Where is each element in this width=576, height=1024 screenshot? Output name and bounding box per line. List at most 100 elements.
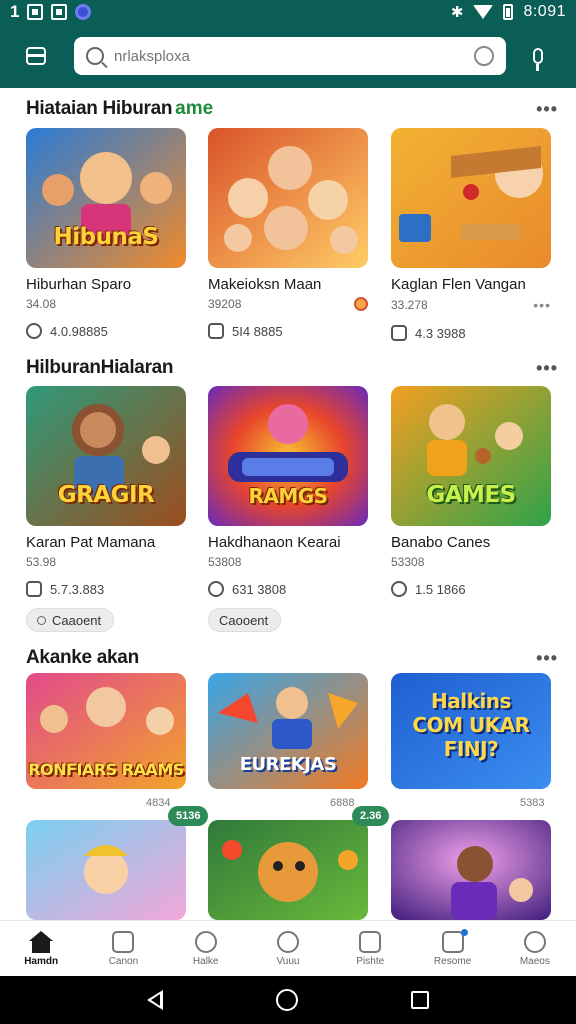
- app-notification-icon: [75, 4, 92, 20]
- nav-more[interactable]: Maeos: [494, 921, 576, 976]
- nav-home[interactable]: Hamdn: [0, 921, 82, 976]
- chip-label: Caaoent: [52, 612, 102, 628]
- search-bar[interactable]: [74, 37, 506, 75]
- game-thumbnail[interactable]: RONFIARS RAAMS: [26, 673, 186, 789]
- card-subtitle: 53308: [391, 555, 551, 569]
- more-icon: [523, 930, 546, 953]
- game-thumbnail[interactable]: [391, 128, 551, 268]
- nav-rewards[interactable]: Resome: [411, 921, 493, 976]
- card-sub-value: 53.98: [26, 555, 57, 569]
- card-sub-value: 39208: [208, 297, 242, 311]
- game-card[interactable]: HibunaS Hiburhan Sparo 34.08 4.0.98885: [26, 128, 186, 339]
- card-subtitle: 34.08: [26, 297, 186, 311]
- trophy-icon: [441, 928, 468, 953]
- card-title: Hiburhan Sparo: [26, 276, 132, 293]
- game-card[interactable]: GAMES Banabo Canes 53308 1.5 1866: [391, 386, 551, 597]
- download-icon: [26, 323, 42, 339]
- card-meta: 5383: [520, 797, 545, 809]
- chip-icon: [37, 615, 46, 625]
- search-input[interactable]: [114, 47, 474, 65]
- recents-icon[interactable]: [411, 991, 430, 1009]
- image-notification-icon: [27, 4, 44, 20]
- more-options-button[interactable]: •••: [536, 648, 558, 669]
- game-thumbnail[interactable]: RAMGS: [208, 386, 368, 526]
- card-sub-value: 53808: [208, 555, 242, 569]
- card-stat: 631 3808: [208, 581, 368, 597]
- game-thumbnail[interactable]: [391, 820, 551, 920]
- more-options-button[interactable]: •••: [536, 358, 558, 379]
- nav-explore[interactable]: Vuuu: [247, 921, 329, 976]
- card-title: Karan Pat Mamana: [26, 534, 156, 551]
- card-more-button[interactable]: •••: [533, 297, 551, 313]
- nav-label: Pishte: [356, 955, 385, 967]
- home-stat-icon: [208, 323, 224, 339]
- nav-search[interactable]: Halke: [165, 921, 247, 976]
- game-card[interactable]: RAMGS Hakdhanaon Kearai 53808 631 3808: [208, 386, 368, 597]
- game-thumbnail[interactable]: Halkins COM UKAR FINJ?: [391, 673, 551, 789]
- game-card[interactable]: Kaglan Flen Vangan 33.278 ••• 4.3 3988: [391, 128, 551, 341]
- game-thumbnail[interactable]: [208, 820, 368, 920]
- main-content[interactable]: Hiataian Hiburan ame ••• HibunaS Hiburha…: [0, 88, 576, 920]
- rating-badge: 5136: [168, 806, 209, 826]
- game-thumbnail[interactable]: HibunaS: [26, 128, 186, 268]
- nav-label: Hamdn: [24, 955, 59, 967]
- game-card[interactable]: Makeioksn Maan 39208 5I4 8885: [208, 128, 368, 339]
- game-card[interactable]: [391, 820, 551, 920]
- nav-play[interactable]: Pishte: [329, 921, 411, 976]
- menu-button[interactable]: [14, 34, 58, 78]
- game-thumbnail[interactable]: [208, 128, 368, 268]
- back-icon[interactable]: [146, 990, 163, 1010]
- bluetooth-icon: ✱: [450, 4, 464, 21]
- status-time: 8:091: [523, 3, 566, 20]
- stat-value: 5I4 8885: [232, 323, 283, 339]
- thumbnail-text: RONFIARS RAAMS: [28, 760, 184, 779]
- game-thumbnail[interactable]: [26, 820, 186, 920]
- game-card[interactable]: Halkins COM UKAR FINJ?: [391, 673, 551, 789]
- category-chip[interactable]: Caaoent: [26, 608, 115, 632]
- status-number: 1: [10, 2, 20, 21]
- nav-games[interactable]: Canon: [82, 921, 164, 976]
- card-stat: 4.0.98885: [26, 323, 186, 339]
- card-subtitle: 53.98: [26, 555, 186, 569]
- card-title: Makeioksn Maan: [208, 276, 322, 293]
- camera-lens-icon[interactable]: [474, 46, 494, 66]
- menu-icon: [26, 47, 46, 65]
- card-meta: 6888: [330, 797, 355, 809]
- home-icon: [29, 930, 54, 953]
- section-title: Hiataian Hiburan: [26, 98, 173, 119]
- stat-value: 5.7.3.883: [50, 581, 105, 597]
- game-thumbnail[interactable]: GRAGIR: [26, 386, 186, 526]
- stat-value: 4.3 3988: [415, 325, 466, 341]
- card-subtitle: 39208: [208, 297, 368, 311]
- card-stat: 5I4 8885: [208, 323, 368, 339]
- card-title: Banabo Canes: [391, 534, 491, 551]
- thumbnail-text: EUREKJAS: [239, 754, 337, 775]
- card-sub-value: 53308: [391, 555, 425, 569]
- game-card[interactable]: [208, 820, 368, 920]
- card-stat: 1.5 1866: [391, 581, 551, 597]
- nav-label: Maeos: [519, 955, 550, 967]
- game-card[interactable]: GRAGIR Karan Pat Mamana 53.98 5.7.3.883: [26, 386, 186, 597]
- bottom-navigation: Hamdn Canon Halke Vuuu Pishte Resome Mae…: [0, 920, 576, 976]
- system-navigation-bar: [0, 976, 576, 1024]
- play-icon: [359, 930, 382, 953]
- game-card[interactable]: RONFIARS RAAMS: [26, 673, 186, 789]
- thumbnail-text: GAMES: [426, 482, 516, 508]
- voice-search-button[interactable]: [520, 34, 556, 78]
- nav-label: Resome: [433, 955, 472, 967]
- game-card[interactable]: [26, 820, 186, 920]
- card-subtitle: 33.278 •••: [391, 297, 551, 313]
- game-icon: [112, 930, 135, 953]
- card-stat: 5.7.3.883: [26, 581, 186, 597]
- home-circle-icon[interactable]: [275, 989, 298, 1011]
- cloud-stat-icon: [391, 581, 407, 597]
- section-title-accent: ame: [175, 98, 214, 119]
- game-card[interactable]: EUREKJAS: [208, 673, 368, 789]
- category-chip[interactable]: Caooent: [208, 608, 282, 632]
- section-header: Hiataian Hiburan ame •••: [26, 94, 558, 124]
- card-stat: 4.3 3988: [391, 325, 551, 341]
- game-thumbnail[interactable]: EUREKJAS: [208, 673, 368, 789]
- game-thumbnail[interactable]: GAMES: [391, 386, 551, 526]
- more-options-button[interactable]: •••: [536, 99, 558, 120]
- section-title: Akanke akan: [26, 647, 139, 668]
